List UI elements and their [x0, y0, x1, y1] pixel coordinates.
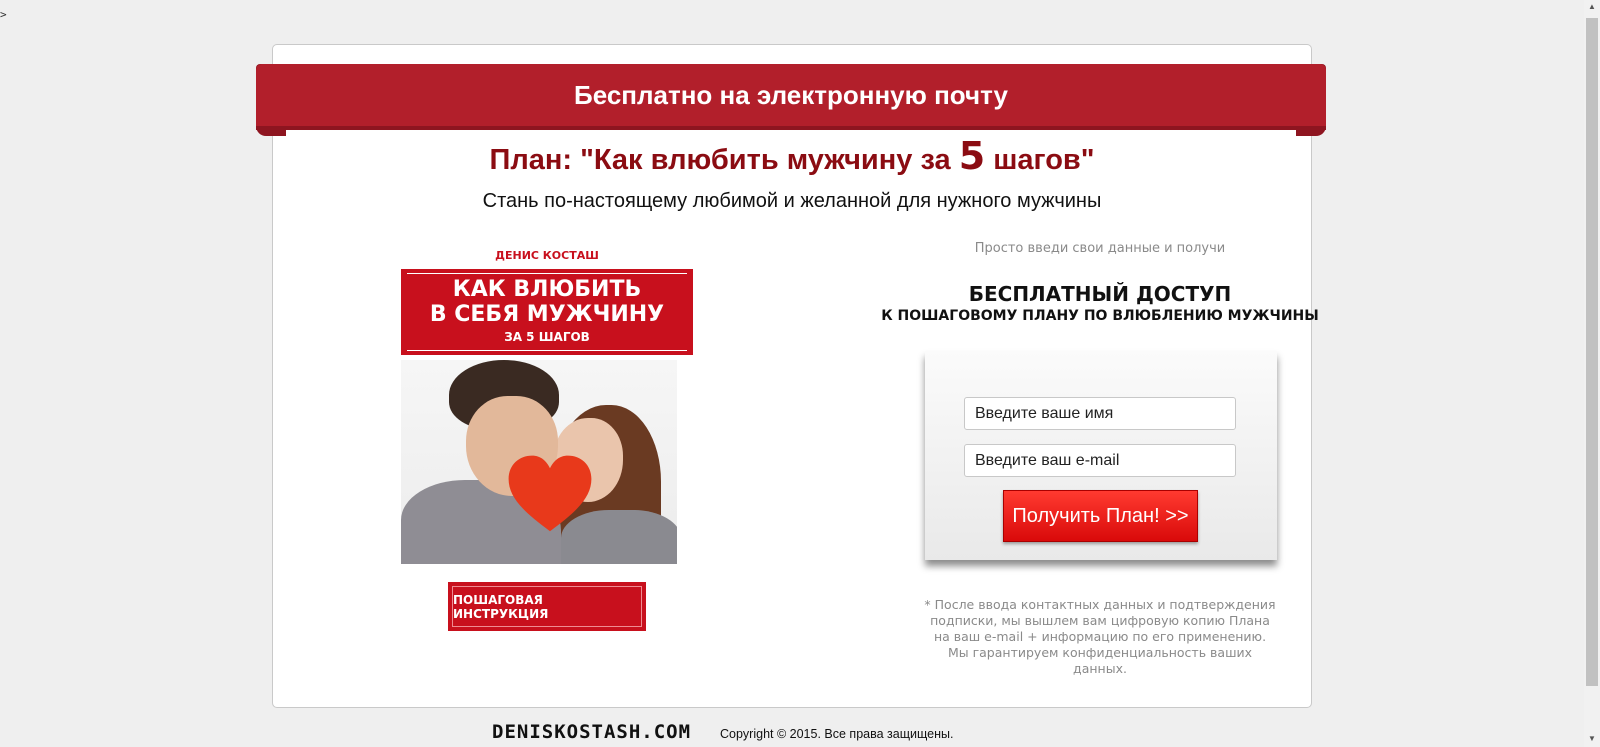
step-by-step-instruction-button[interactable]: ПОШАГОВАЯ ИНСТРУКЦИЯ	[448, 582, 646, 631]
book-title-line-1: КАК ВЛЮБИТЬ	[452, 277, 642, 302]
disclaimer-line-3: на ваш e-mail + информацию по его примен…	[933, 629, 1267, 644]
disclaimer-line-2: подписки, мы вышлем вам цифровую копию П…	[930, 613, 1270, 628]
title-prefix: План: "Как влюбить мужчину за	[489, 144, 959, 176]
heart-icon	[508, 455, 592, 532]
free-access-subtitle: К ПОШАГОВОМУ ПЛАНУ ПО ВЛЮБЛЕНИЮ МУЖЧИНЫ	[881, 308, 1319, 324]
couple-kissing-behind-heart-image	[401, 360, 677, 564]
page-title: План: "Как влюбить мужчину за 5 шагов"	[272, 134, 1312, 178]
scroll-down-arrow-icon[interactable]: ▼	[1588, 734, 1596, 743]
scroll-up-arrow-icon[interactable]: ▲	[1588, 2, 1596, 11]
page-subtitle: Стань по-настоящему любимой и желанной д…	[482, 190, 1102, 212]
scrollbar-thumb[interactable]	[1586, 18, 1598, 686]
title-number: 5	[958, 134, 986, 178]
footer-copyright: Copyright © 2015. Все права защищены.	[720, 727, 954, 741]
footer-logo[interactable]: DENISKOSTASH.COM	[492, 721, 691, 743]
form-intro-text: Просто введи свои данные и получи	[974, 241, 1226, 256]
disclaimer-line-4: Мы гарантируем конфиденциальность ваших …	[947, 645, 1253, 676]
book-title-line-3: ЗА 5 ШАГОВ	[504, 330, 590, 344]
disclaimer-line-1: * После ввода контактных данных и подтве…	[924, 597, 1276, 612]
get-plan-submit-button[interactable]: Получить План! >>	[1003, 490, 1198, 542]
banner-text: Бесплатно на электронную почту	[574, 79, 1008, 110]
free-access-title: БЕСПЛАТНЫЙ ДОСТУП	[968, 282, 1232, 306]
book-title-line-2: В СЕБЯ МУЖЧИНУ	[429, 302, 665, 327]
banner-ribbon: Бесплатно на электронную почту	[256, 64, 1326, 126]
stray-glyph: >	[0, 8, 7, 21]
privacy-disclaimer: * После ввода контактных данных и подтве…	[920, 597, 1280, 677]
email-field[interactable]	[964, 444, 1236, 477]
instruction-button-label: ПОШАГОВАЯ ИНСТРУКЦИЯ	[452, 586, 642, 627]
name-field[interactable]	[964, 397, 1236, 430]
book-author: ДЕНИС КОСТАШ	[495, 249, 599, 262]
book-cover-title-block: КАК ВЛЮБИТЬ В СЕБЯ МУЖЧИНУ ЗА 5 ШАГОВ	[401, 269, 693, 355]
title-suffix: шагов"	[985, 144, 1095, 176]
